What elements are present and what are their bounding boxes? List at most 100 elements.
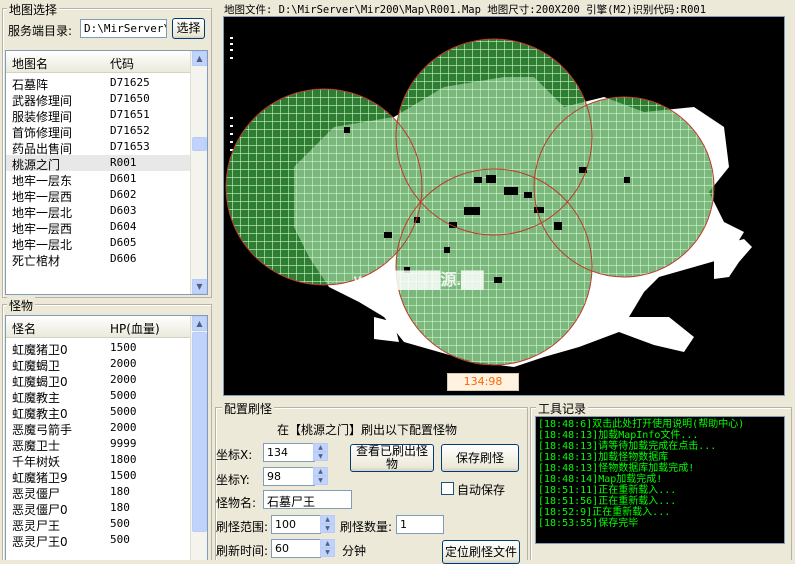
map-row[interactable]: 死亡棺材 D606 [6,251,190,268]
monster-list[interactable]: 怪名 HP(血量) 虹魔猪卫0 1500 虹魔蝎卫 2000 虹魔蝎卫0 2000 虹魔教主… [5,315,208,560]
scroll-down-icon[interactable]: ▼ [192,279,207,294]
monster-row[interactable]: 恶灵尸王0 500 [6,532,190,549]
monster-row-hp: 2000 [110,421,137,434]
map-row[interactable]: 地牢一层北 D605 [6,235,190,252]
select-dir-button[interactable]: 选择 [172,18,205,39]
stepper-up-icon[interactable]: ▲ [313,443,328,452]
log-line: [18:51:56]正在重新载入... [538,496,677,507]
autosave-checkbox[interactable] [441,482,454,495]
stepper-down-icon[interactable]: ▼ [320,524,335,533]
monster-list-scrollbar[interactable]: ▲ [190,316,207,560]
log-line: [18:48:13]怪物数据库加载完成! [538,463,695,474]
monster-row[interactable]: 恶魔卫士 9999 [6,436,190,453]
map-row[interactable]: 首饰修理间 D71652 [6,123,190,140]
map-row-name: 死亡棺材 [12,254,61,268]
scroll-thumb[interactable] [192,332,207,532]
y-input[interactable]: 98 [263,467,315,486]
y-label: 坐标Y: [216,473,250,487]
monster-row-hp: 5000 [110,405,137,418]
monster-row[interactable]: 虹魔蝎卫 2000 [6,356,190,373]
map-row[interactable]: 地牢一层北 D603 [6,203,190,220]
monster-row[interactable]: 虹魔猪卫0 1500 [6,340,190,357]
server-dir-input[interactable]: D:\MirServer\ [80,19,167,38]
count-label: 刷怪数量: [340,520,393,534]
save-spawn-button[interactable]: 保存刷怪 [441,444,519,472]
map-list[interactable]: 地图名 代码 石墓阵 D71625 武器修理间 D71650 服装修理间 D71651 首饰… [5,50,208,295]
time-input[interactable]: 60 [271,539,321,558]
map-row-code: D605 [110,236,137,249]
range-input[interactable]: 100 [271,515,321,534]
monster-row-hp: 1500 [110,469,137,482]
x-stepper[interactable]: ▲ ▼ [313,443,328,461]
stepper-down-icon[interactable]: ▼ [320,548,335,557]
map-name-column-header[interactable]: 地图名 [12,55,48,72]
view-spawned-button[interactable]: 查看已刷出怪物 [350,444,434,472]
count-input[interactable]: 1 [396,515,444,534]
scroll-up-icon[interactable]: ▲ [192,316,207,331]
map-svg: www.████源.██ [225,37,752,367]
time-label: 刷新时间: [216,544,269,558]
map-row-code: D71625 [110,76,150,89]
monster-row-hp: 1500 [110,341,137,354]
monster-row[interactable]: 千年树妖 1800 [6,452,190,469]
stepper-down-icon[interactable]: ▼ [313,452,328,461]
monster-row[interactable]: 恶灵尸王 500 [6,516,190,533]
monster-row-hp: 180 [110,501,130,514]
map-row[interactable]: 服装修理间 D71651 [6,107,190,124]
log-line: [18:48:6]双击此处打开使用说明(帮助中心) [538,419,745,430]
x-input[interactable]: 134 [263,443,315,462]
log-line: [18:48:13]加载MapInfo文件... [538,430,699,441]
map-row[interactable]: 武器修理间 D71650 [6,91,190,108]
config-title: 配置刷怪 [222,400,275,417]
map-row-code: D601 [110,172,137,185]
time-stepper[interactable]: ▲ ▼ [320,539,335,557]
map-row[interactable]: 桃源之门 R001 [6,155,190,172]
monster-row[interactable]: 恶灵僵尸0 180 [6,500,190,517]
map-row[interactable]: 石墓阵 D71625 [6,75,190,92]
stepper-down-icon[interactable]: ▼ [313,476,328,485]
map-code-column-header[interactable]: 代码 [110,55,134,72]
monster-row[interactable]: 恶灵僵尸 180 [6,484,190,501]
scroll-up-icon[interactable]: ▲ [192,51,207,66]
monster-name-column-header[interactable]: 怪名 [12,320,36,337]
log-line: [18:53:55]保存完毕 [538,518,639,529]
map-row[interactable]: 药品出售间 D71653 [6,139,190,156]
monster-row[interactable]: 虹魔蝎卫0 2000 [6,372,190,389]
monster-row[interactable]: 虹魔教主 5000 [6,388,190,405]
coord-readout: 134:98 [447,373,519,391]
x-label: 坐标X: [216,448,253,462]
stepper-up-icon[interactable]: ▲ [320,515,335,524]
map-row[interactable]: 地牢一层西 D604 [6,219,190,236]
stepper-up-icon[interactable]: ▲ [313,467,328,476]
map-list-scrollbar[interactable]: ▲ ▼ [190,51,207,294]
stepper-up-icon[interactable]: ▲ [320,539,335,548]
tools-title: 工具记录 [536,400,589,417]
map-row[interactable]: 地牢一层西 D602 [6,187,190,204]
locate-file-button[interactable]: 定位刷怪文件 [442,540,520,564]
monster-name-label: 怪物名: [216,496,257,510]
monster-title: 怪物 [7,297,36,314]
monster-row-hp: 500 [110,517,130,530]
time-unit-label: 分钟 [342,544,367,558]
tool-log[interactable]: [18:48:6]双击此处打开使用说明(帮助中心) [18:48:13]加载Map… [535,416,785,544]
map-canvas[interactable]: www.████源.██ 134:98 [223,16,785,396]
log-line: [18:51:11]正在重新载入... [538,485,677,496]
y-stepper[interactable]: ▲ ▼ [313,467,328,485]
scroll-thumb[interactable] [192,137,207,151]
map-watermark: www.████源.██ [353,270,484,290]
monster-row-hp: 1800 [110,453,137,466]
range-stepper[interactable]: ▲ ▼ [320,515,335,533]
map-row-code: D602 [110,188,137,201]
map-row-code: D71653 [110,140,150,153]
log-line: [18:48:13]加载怪物数据库 [538,452,669,463]
log-line: [18:48:13]请等待加载完成在点击... [538,441,717,452]
monster-row[interactable]: 恶魔弓箭手 2000 [6,420,190,437]
monster-hp-column-header[interactable]: HP(血量) [110,320,160,337]
map-list-header: 地图名 代码 [6,51,190,73]
monster-row[interactable]: 虹魔猪卫9 1500 [6,468,190,485]
map-row-code: R001 [110,156,137,169]
map-row-code: D71652 [110,124,150,137]
monster-name-input[interactable]: 石墓尸王 [263,490,352,509]
monster-row[interactable]: 虹魔教主0 5000 [6,404,190,421]
map-row[interactable]: 地牢一层东 D601 [6,171,190,188]
